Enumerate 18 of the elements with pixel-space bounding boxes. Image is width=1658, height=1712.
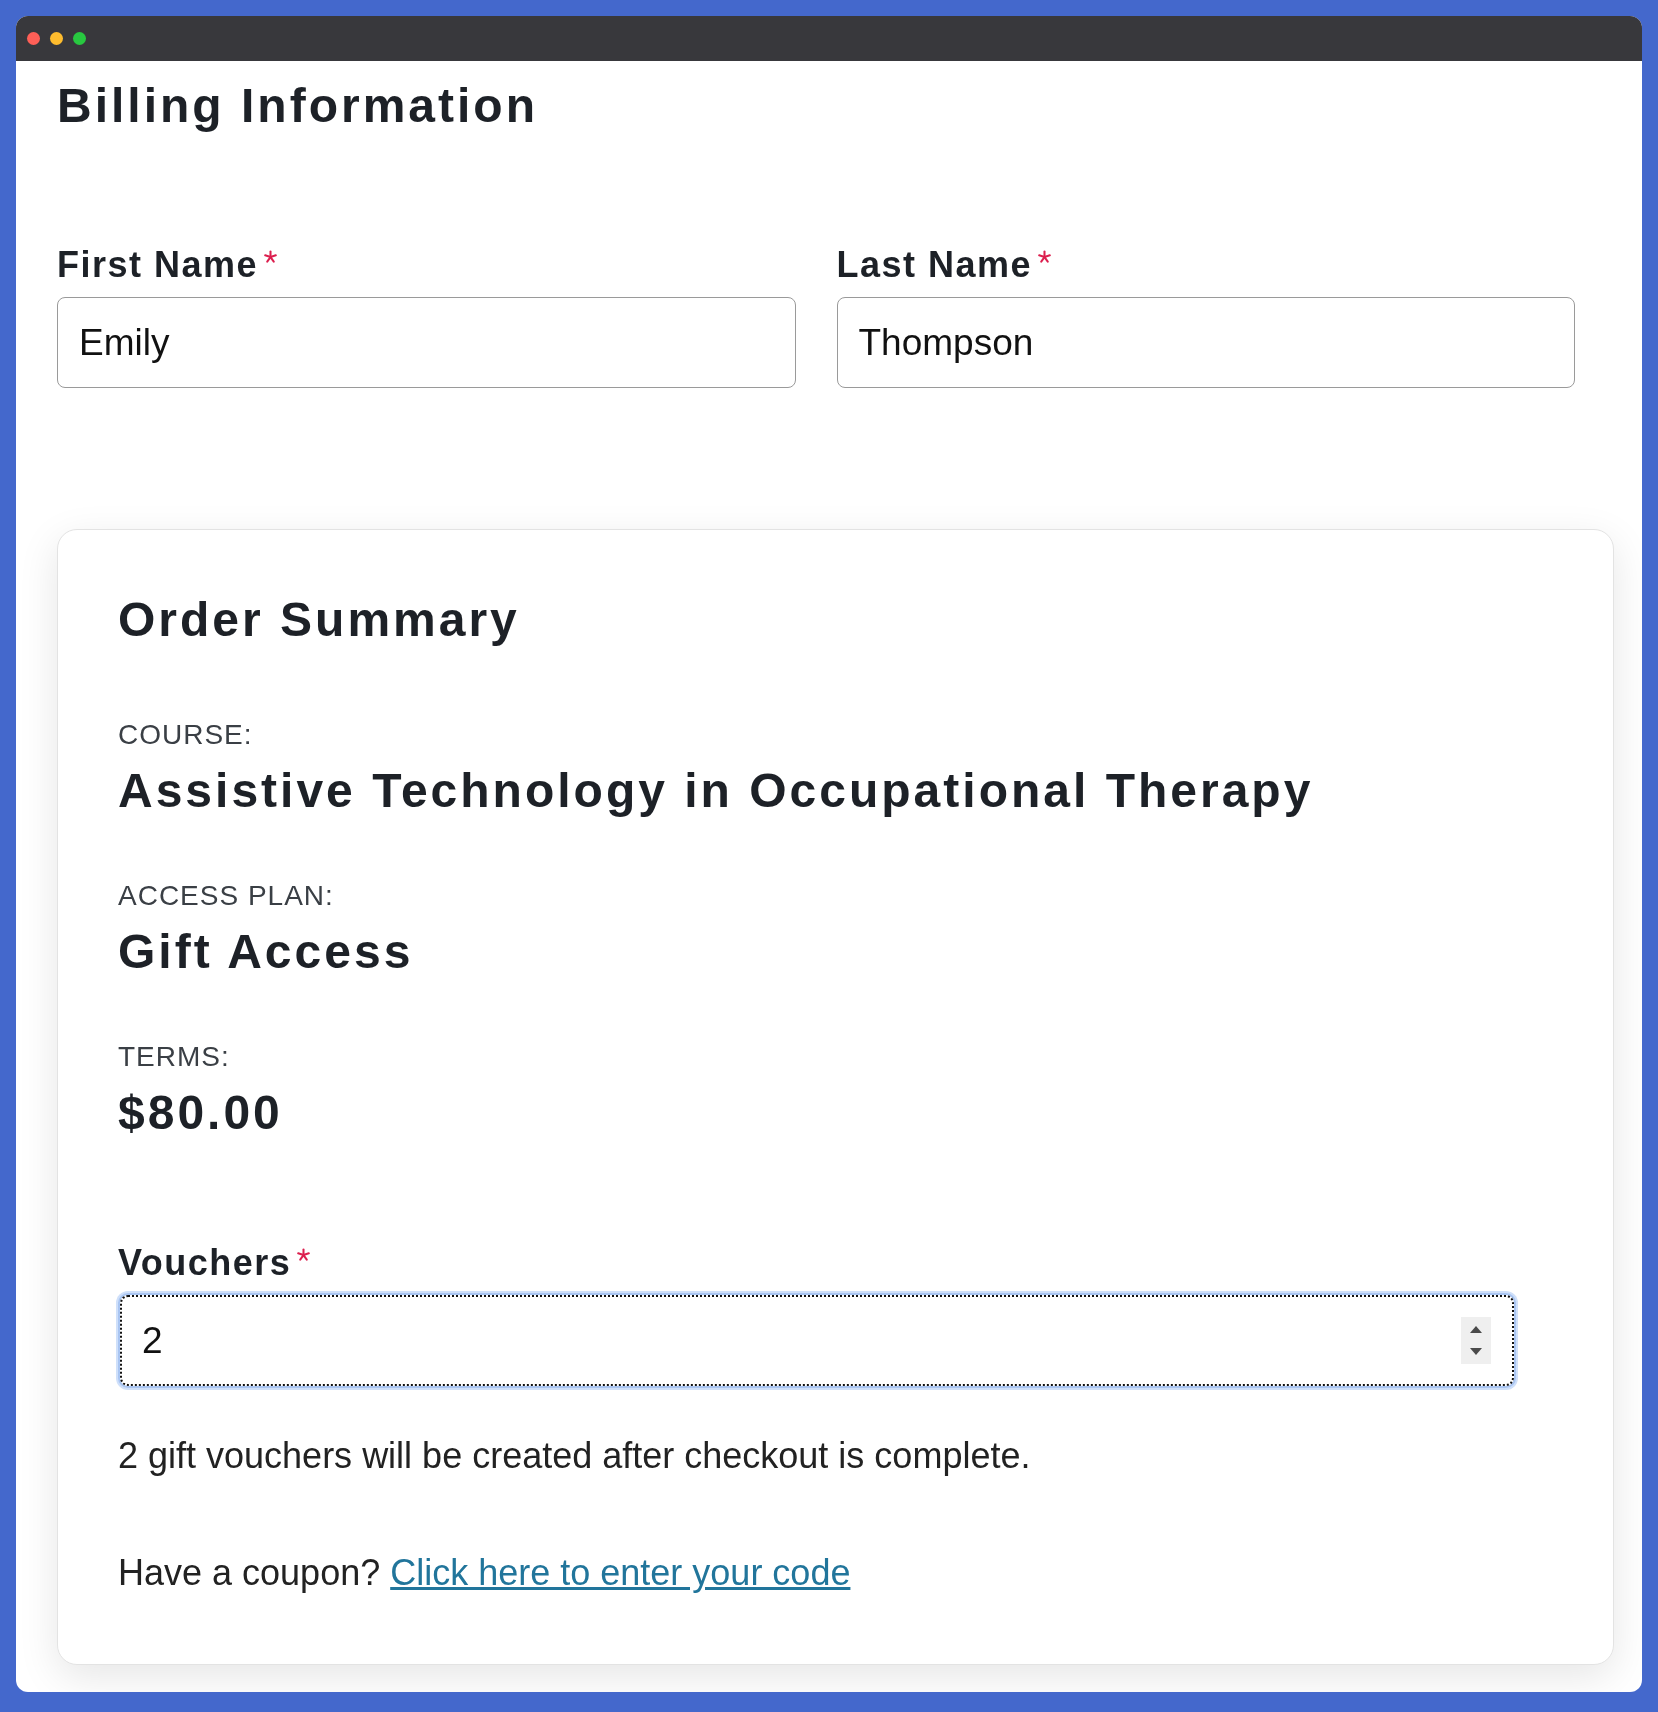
number-input[interactable]: 2 — [118, 1293, 1516, 1388]
text-input[interactable]: Emily — [57, 297, 796, 388]
field-label: Last Name — [836, 243, 1033, 286]
text-input[interactable]: Thompson — [836, 297, 1575, 388]
summary-label: ACCESS PLAN: — [118, 879, 334, 913]
voucher-note: 2 gift vouchers will be created after checkout is complete. — [118, 1434, 1031, 1477]
summary-label: TERMS: — [118, 1040, 230, 1074]
section-heading: Order Summary — [118, 592, 520, 648]
summary-value: Gift Access — [118, 924, 414, 980]
field-label: Vouchers — [118, 1241, 292, 1284]
summary-value: Assistive Technology in Occupational Therapy — [118, 763, 1314, 819]
field-label: First Name — [57, 243, 259, 286]
coupon-prompt: Have a coupon? — [118, 1551, 381, 1594]
summary-label: COURSE: — [118, 718, 253, 752]
stepper-arrows-icon[interactable] — [1461, 1317, 1491, 1364]
summary-value: $80.00 — [118, 1085, 283, 1141]
coupon-link[interactable]: Click here to enter your code — [390, 1551, 851, 1594]
page-heading: Billing Information — [57, 78, 538, 134]
